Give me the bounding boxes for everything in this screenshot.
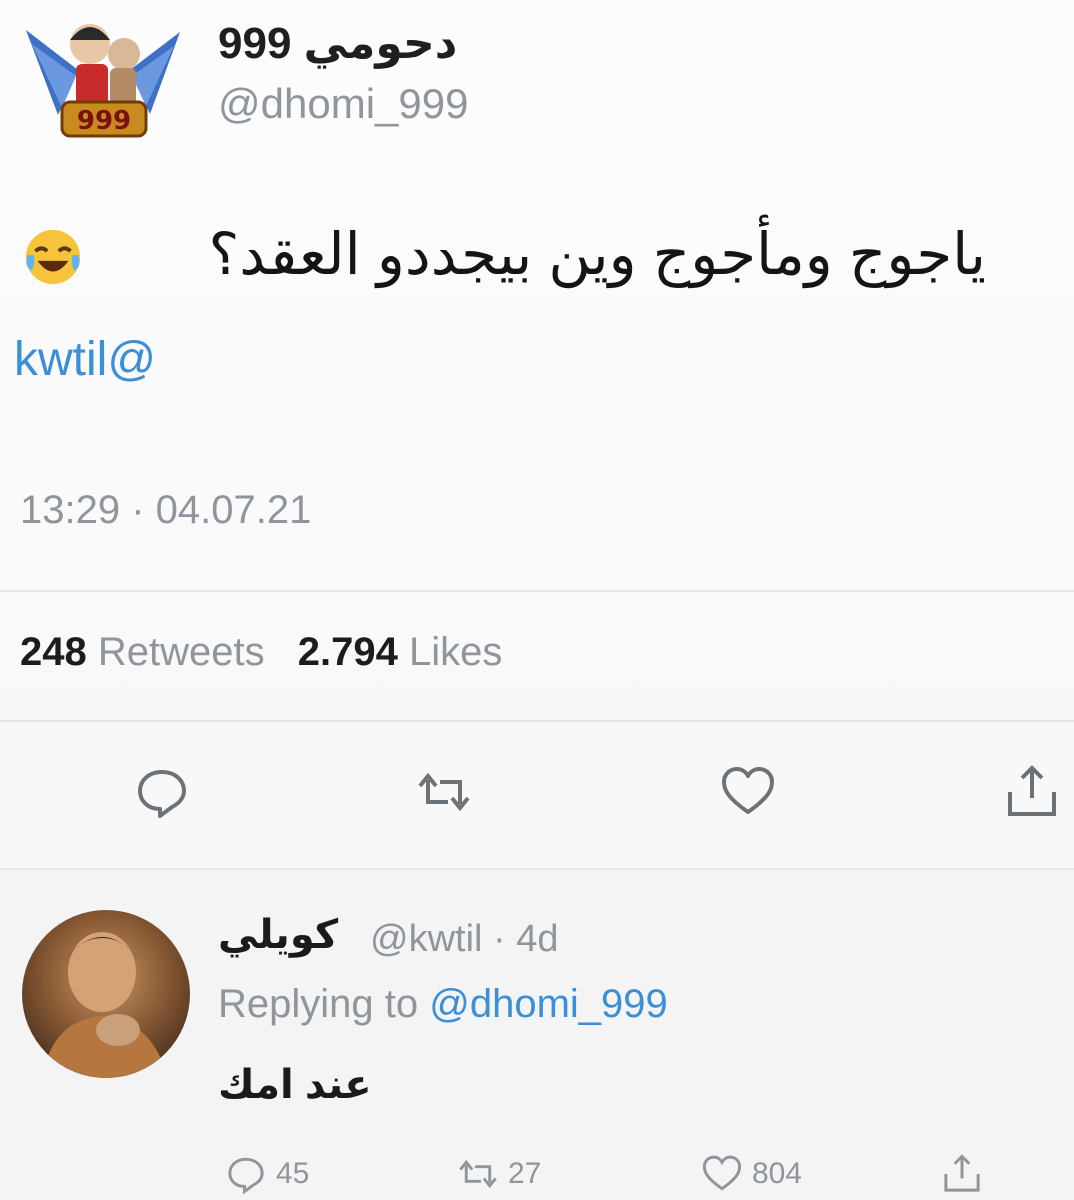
retweets-label[interactable]: Retweets xyxy=(98,630,265,674)
laughing-emoji-icon xyxy=(22,226,84,288)
reply-handle-time[interactable]: @kwtil · 4d xyxy=(370,918,559,961)
retweet-button[interactable] xyxy=(414,762,474,822)
reply-button[interactable] xyxy=(132,762,192,822)
reply-tweet: كويلي @kwtil · 4d Replying to @dhomi_999… xyxy=(0,870,1074,1200)
like-button[interactable] xyxy=(718,762,778,822)
tweet-screenshot: 999 دحومي 999 @dhomi_999 ياجوج ومأجوج وي… xyxy=(0,0,1074,1200)
mention-link[interactable]: kwtil@ xyxy=(14,332,156,387)
share-icon xyxy=(944,1154,980,1192)
likes-label[interactable]: Likes xyxy=(409,630,502,674)
engagement-stats: 248 Retweets 2.794 Likes xyxy=(20,630,524,675)
reply-retweet-count: 27 xyxy=(508,1157,542,1190)
reply-text: عند امك xyxy=(218,1063,372,1107)
heart-icon xyxy=(702,1155,742,1191)
divider xyxy=(0,720,1074,722)
reply-reply-button[interactable]: 45 xyxy=(224,1152,309,1196)
tweet-text: ياجوج ومأجوج وين بيجددو العقد؟ xyxy=(208,222,986,287)
heart-icon xyxy=(722,767,774,814)
svg-text:999: 999 xyxy=(77,106,131,136)
retweet-icon xyxy=(418,772,470,812)
display-name[interactable]: دحومي 999 xyxy=(218,18,457,69)
reply-like-count: 804 xyxy=(752,1157,803,1190)
likes-count[interactable]: 2.794 xyxy=(298,630,398,674)
share-icon xyxy=(1008,765,1056,816)
person-avatar-icon xyxy=(42,932,168,1078)
reply-display-name[interactable]: كويلي xyxy=(218,912,338,958)
divider xyxy=(0,590,1074,592)
reply-retweet-button[interactable]: 27 xyxy=(456,1152,541,1196)
share-button[interactable] xyxy=(1002,762,1062,822)
user-handle[interactable]: @dhomi_999 xyxy=(218,80,468,128)
replying-to: Replying to @dhomi_999 xyxy=(218,982,668,1027)
retweet-icon xyxy=(459,1159,497,1189)
reply-avatar[interactable] xyxy=(22,910,190,1078)
replying-to-prefix: Replying to xyxy=(218,982,419,1026)
replying-to-handle[interactable]: @dhomi_999 xyxy=(429,982,668,1026)
winged-logo-icon: 999 xyxy=(26,24,180,138)
reply-like-button[interactable]: 804 xyxy=(700,1152,802,1196)
reply-icon xyxy=(228,1157,264,1195)
reply-icon xyxy=(138,770,186,818)
reply-reply-count: 45 xyxy=(276,1157,310,1190)
tweet-timestamp[interactable]: 13:29 · 04.07.21 xyxy=(20,488,311,533)
profile-avatar[interactable]: 999 xyxy=(18,10,188,160)
reply-share-button[interactable] xyxy=(940,1152,984,1196)
retweets-count[interactable]: 248 xyxy=(20,630,87,674)
